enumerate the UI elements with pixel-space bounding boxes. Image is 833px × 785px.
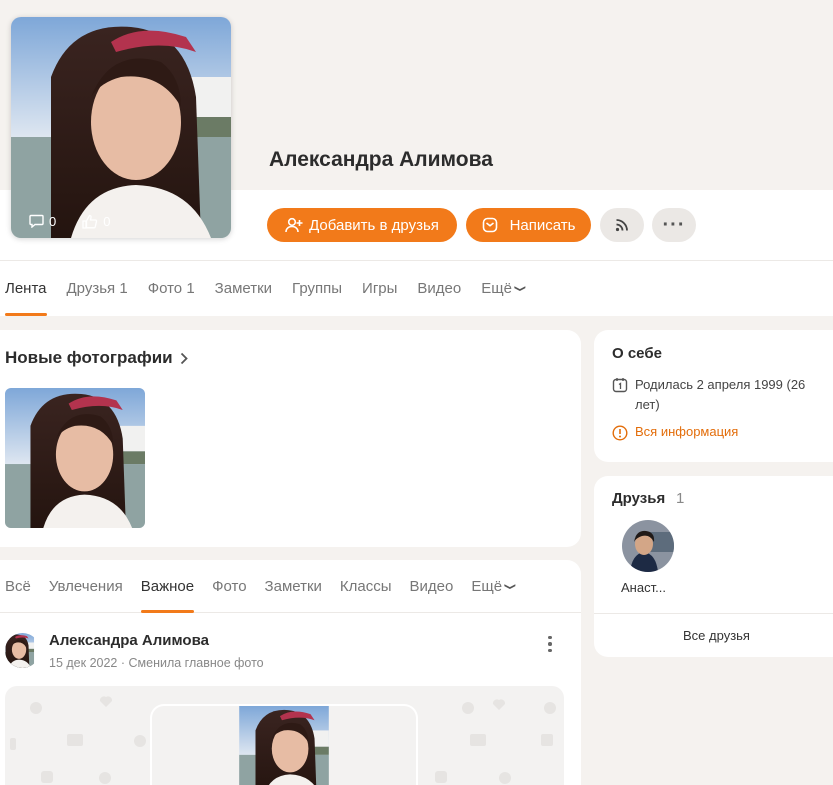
feed-tab-important[interactable]: Важное xyxy=(140,561,195,613)
friend-name[interactable]: Анаст... xyxy=(621,580,666,595)
post-photo-image xyxy=(152,706,416,785)
photo-image xyxy=(5,388,145,528)
tab-notes[interactable]: Заметки xyxy=(215,261,272,316)
add-friend-label: Добавить в друзья xyxy=(309,216,439,234)
avatar-likes-count: 0 xyxy=(103,213,111,229)
friends-count: 1 xyxy=(676,490,685,507)
tab-feed[interactable]: Лента xyxy=(5,261,47,316)
avatar-comments-count: 0 xyxy=(49,213,57,229)
birth-info: Родилась 2 апреля 1999 (26 лет) xyxy=(612,375,822,415)
feed-tab-notes[interactable]: Заметки xyxy=(265,561,322,613)
rss-icon xyxy=(615,219,628,232)
feed-tab-video[interactable]: Видео xyxy=(410,561,454,613)
chevron-right-icon xyxy=(180,352,188,364)
tab-games[interactable]: Игры xyxy=(362,261,397,316)
profile-avatar[interactable]: 0 0 xyxy=(11,17,231,238)
post-avatar-image xyxy=(5,633,40,668)
chevron-down-icon: ❯ xyxy=(504,582,517,591)
like-icon xyxy=(82,214,98,229)
add-friend-button[interactable]: Добавить в друзья xyxy=(267,208,457,242)
tab-friends[interactable]: Друзья 1 xyxy=(67,261,128,316)
feed-tabs: Всё Увлечения Важное Фото Заметки Классы… xyxy=(0,561,581,613)
post-author[interactable]: Александра Алимова xyxy=(49,632,209,649)
info-icon xyxy=(612,425,628,441)
add-user-icon xyxy=(285,217,303,233)
tab-more[interactable]: Ещё ❯ xyxy=(481,261,527,316)
post-meta: 15 дек 2022 · Сменила главное фото xyxy=(49,656,264,670)
mail-icon xyxy=(482,217,497,233)
birth-text: Родилась 2 апреля 1999 (26 лет) xyxy=(635,377,806,412)
calendar-icon xyxy=(612,378,628,393)
tab-photos[interactable]: Фото 1 xyxy=(148,261,195,316)
chevron-down-icon: ❯ xyxy=(514,284,527,293)
feed-tab-more-label: Ещё xyxy=(471,578,503,595)
feed-tab-more[interactable]: Ещё ❯ xyxy=(471,561,517,613)
comment-icon xyxy=(29,214,44,228)
all-friends-link[interactable]: Все друзья xyxy=(594,628,833,643)
photo-thumbnail[interactable] xyxy=(5,388,145,528)
write-message-button[interactable]: Написать xyxy=(466,208,591,242)
about-title: О себе xyxy=(612,345,662,362)
avatar-comments[interactable]: 0 xyxy=(29,214,56,229)
post-author-avatar[interactable] xyxy=(5,633,40,668)
all-info-link[interactable]: Вся информация xyxy=(612,424,739,441)
profile-name: Александра Алимова xyxy=(269,148,493,171)
write-message-label: Написать xyxy=(509,216,576,234)
post-date[interactable]: 15 дек 2022 xyxy=(49,656,117,670)
all-info-label: Вся информация xyxy=(635,424,739,439)
feed-tab-classes[interactable]: Классы xyxy=(340,561,392,613)
new-photos-title-label: Новые фотографии xyxy=(5,348,173,367)
profile-tabs: Лента Друзья 1 Фото 1 Заметки Группы Игр… xyxy=(0,261,833,316)
subscribe-button[interactable] xyxy=(600,208,644,242)
tab-video[interactable]: Видео xyxy=(417,261,461,316)
post-action: Сменила главное фото xyxy=(128,656,264,670)
feed-tab-photos[interactable]: Фото xyxy=(212,561,246,613)
meta-separator: · xyxy=(120,656,129,670)
tab-groups[interactable]: Группы xyxy=(292,261,342,316)
more-actions-button[interactable]: ··· xyxy=(652,208,696,242)
friends-divider xyxy=(594,613,833,614)
friend-avatar[interactable] xyxy=(622,520,674,572)
post-photo[interactable] xyxy=(152,706,416,785)
friends-title[interactable]: Друзья xyxy=(612,490,665,507)
feed-tab-hobbies[interactable]: Увлечения xyxy=(49,561,123,613)
post-menu-button[interactable] xyxy=(540,632,560,656)
friend-avatar-image xyxy=(622,520,674,572)
new-photos-title[interactable]: Новые фотографии xyxy=(5,348,188,368)
tab-more-label: Ещё xyxy=(481,280,512,297)
feed-tab-all[interactable]: Всё xyxy=(5,561,31,613)
avatar-likes[interactable]: 0 xyxy=(82,214,110,229)
